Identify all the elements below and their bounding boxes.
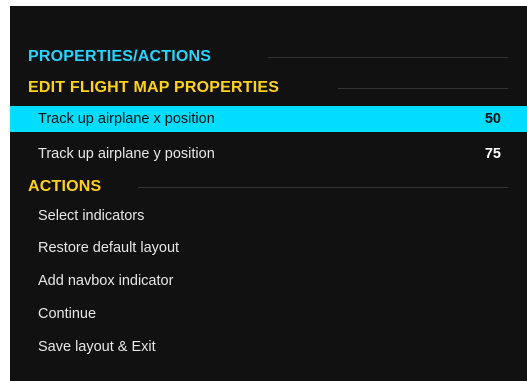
- action-select-indicators[interactable]: Select indicators: [10, 203, 527, 229]
- action-label: Continue: [38, 306, 97, 322]
- action-save-layout-exit[interactable]: Save layout & Exit: [10, 334, 527, 360]
- section-header-properties-actions: PROPERTIES/ACTIONS: [28, 46, 508, 68]
- action-label: Save layout & Exit: [38, 339, 156, 355]
- section-header-edit-flight-map: EDIT FLIGHT MAP PROPERTIES: [28, 77, 508, 99]
- action-label: Restore default layout: [38, 240, 180, 256]
- section-divider: [268, 57, 508, 58]
- section-title: ACTIONS: [28, 178, 102, 195]
- action-add-navbox-indicator[interactable]: Add navbox indicator: [10, 268, 527, 294]
- property-row-airplane-x[interactable]: Track up airplane x position 50: [10, 106, 527, 132]
- action-label: Add navbox indicator: [38, 273, 174, 289]
- property-label: Track up airplane y position: [38, 146, 215, 162]
- section-title: PROPERTIES/ACTIONS: [28, 48, 212, 65]
- section-divider: [338, 88, 508, 89]
- section-divider: [138, 187, 508, 188]
- action-restore-default-layout[interactable]: Restore default layout: [10, 235, 527, 261]
- property-row-airplane-y[interactable]: Track up airplane y position 75: [10, 141, 527, 167]
- action-label: Select indicators: [38, 208, 145, 224]
- section-title: EDIT FLIGHT MAP PROPERTIES: [28, 79, 280, 96]
- property-label: Track up airplane x position: [38, 111, 215, 127]
- property-value: 75: [484, 146, 501, 162]
- action-continue[interactable]: Continue: [10, 301, 527, 327]
- section-header-actions: ACTIONS: [28, 176, 508, 198]
- property-value: 50: [484, 111, 501, 127]
